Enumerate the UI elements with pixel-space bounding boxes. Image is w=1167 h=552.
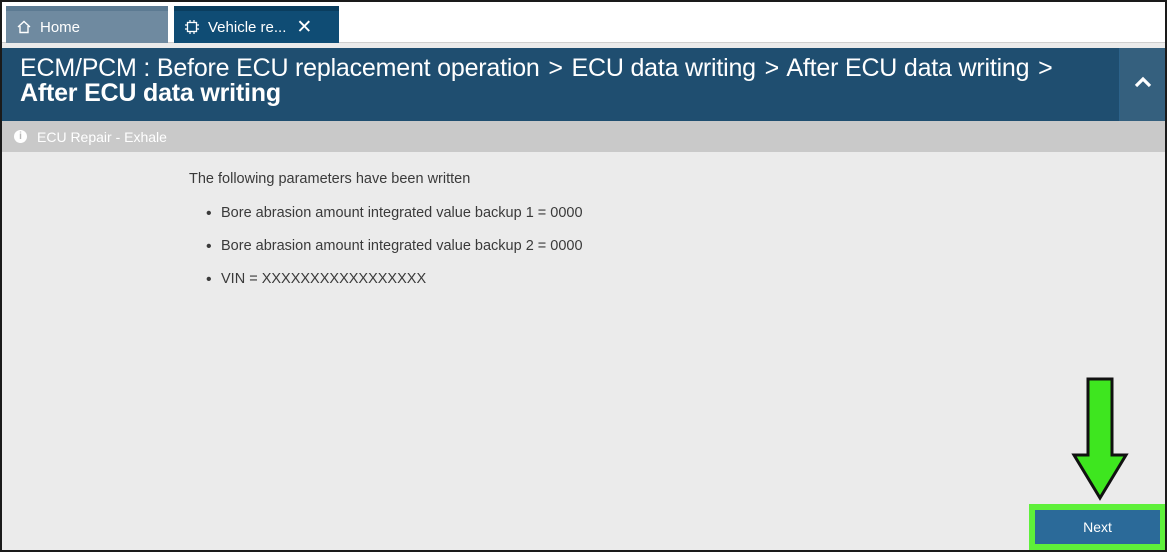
chevron-up-icon [1134, 75, 1152, 94]
home-icon [16, 19, 32, 35]
tab-vehicle-repair[interactable]: Vehicle re... ✕ [174, 6, 339, 43]
parameter-text: VIN = XXXXXXXXXXXXXXXXX [221, 271, 427, 287]
written-message: The following parameters have been writt… [189, 171, 471, 187]
tab-vehicle-label: Vehicle re... [208, 18, 287, 36]
breadcrumb-current: After ECU data writing [20, 79, 281, 107]
app-window: Home Vehicle re... ✕ ECM/PCM : Before EC… [0, 0, 1167, 552]
list-item: • Bore abrasion amount integrated value … [206, 205, 583, 222]
breadcrumb: ECM/PCM : Before ECU replacement operati… [20, 54, 1053, 107]
info-bar: i ECU Repair - Exhale [2, 121, 1165, 152]
parameter-list: • Bore abrasion amount integrated value … [206, 205, 583, 304]
tab-bar: Home Vehicle re... ✕ [2, 2, 1165, 43]
breadcrumb-step: After ECU data writing [786, 54, 1030, 82]
list-item: • Bore abrasion amount integrated value … [206, 238, 583, 255]
breadcrumb-root: ECM/PCM [20, 54, 137, 82]
main-content: The following parameters have been writt… [2, 152, 1165, 550]
next-button-highlight: Next [1029, 504, 1165, 550]
next-button[interactable]: Next [1035, 510, 1160, 544]
tab-home-label: Home [40, 18, 81, 36]
chip-icon [184, 19, 200, 35]
green-arrow-annotation [1071, 377, 1129, 501]
info-bar-text: ECU Repair - Exhale [37, 128, 167, 145]
breadcrumb-step: Before ECU replacement operation [156, 54, 540, 82]
breadcrumb-step: ECU data writing [571, 54, 757, 82]
tab-home[interactable]: Home [6, 6, 168, 43]
info-icon: i [14, 130, 27, 143]
list-item: • VIN = XXXXXXXXXXXXXXXXX [206, 271, 427, 288]
close-icon[interactable]: ✕ [296, 18, 312, 37]
parameter-text: Bore abrasion amount integrated value ba… [221, 205, 583, 221]
collapse-button[interactable] [1119, 48, 1165, 121]
page-header: ECM/PCM : Before ECU replacement operati… [2, 48, 1165, 121]
parameter-text: Bore abrasion amount integrated value ba… [221, 238, 583, 254]
